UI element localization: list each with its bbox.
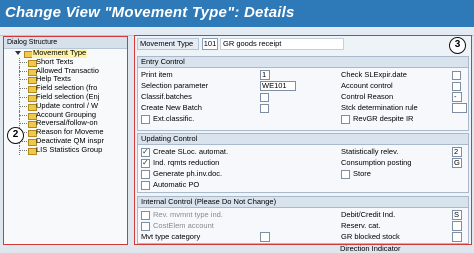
stck-determination-input[interactable] bbox=[452, 103, 467, 113]
ext-classific-checkbox[interactable] bbox=[141, 115, 150, 124]
mvt-type-category-label: Mvt type category bbox=[141, 232, 201, 241]
movement-type-label: Movement Type bbox=[137, 38, 199, 50]
consumption-posting-input[interactable]: G bbox=[452, 158, 462, 168]
classif-batches-label: Classif.batches bbox=[141, 92, 192, 101]
create-sloc-label: Create SLoc. automat. bbox=[153, 147, 229, 156]
automatic-po-label: Automatic PO bbox=[153, 180, 200, 189]
check-slexpr-checkbox[interactable] bbox=[452, 71, 461, 80]
updating-control-group: Updating Control Create SLoc. automat. I… bbox=[137, 133, 469, 193]
account-control-label: Account control bbox=[341, 81, 393, 90]
store-checkbox[interactable] bbox=[341, 170, 350, 179]
movement-type-value[interactable]: 101 bbox=[202, 38, 218, 50]
tree-item-label: LIS Statistics Group bbox=[36, 144, 103, 154]
callout-badge-3: 3 bbox=[449, 37, 466, 54]
statistically-relev-label: Statistically relev. bbox=[341, 147, 399, 156]
reserv-cat-label: Reserv. cat. bbox=[341, 221, 381, 230]
group-title: Updating Control bbox=[138, 134, 468, 145]
print-item-input[interactable]: 1 bbox=[260, 70, 270, 80]
tree-item[interactable]: LIS Statistics Group bbox=[4, 144, 127, 155]
print-item-label: Print item bbox=[141, 70, 173, 79]
account-control-checkbox[interactable] bbox=[452, 82, 461, 91]
classif-batches-checkbox[interactable] bbox=[260, 93, 269, 102]
ind-rqmts-checkbox[interactable] bbox=[141, 158, 150, 168]
rev-mvmnt-type-checkbox[interactable] bbox=[141, 211, 150, 220]
group-title: Entry Control bbox=[138, 57, 468, 68]
control-reason-input[interactable]: - bbox=[452, 92, 462, 102]
generate-phinv-checkbox[interactable] bbox=[141, 170, 150, 179]
debit-credit-label: Debit/Credit Ind. bbox=[341, 210, 396, 219]
direction-indicator-label: Direction Indicator bbox=[340, 244, 401, 253]
ind-rqmts-label: Ind. rqmts reduction bbox=[153, 158, 220, 167]
control-reason-label: Control Reason bbox=[341, 92, 394, 101]
mvt-type-category-input[interactable] bbox=[260, 232, 270, 242]
generate-phinv-label: Generate ph.inv.doc. bbox=[153, 169, 223, 178]
details-panel: Movement Type 101 GR goods receipt Entry… bbox=[134, 35, 472, 253]
entry-control-group: Entry Control Print item 1 Selection par… bbox=[137, 56, 469, 131]
check-slexpr-label: Check SLExpir.date bbox=[341, 70, 407, 79]
window-title: Change View "Movement Type": Details bbox=[5, 4, 295, 21]
stck-determination-label: Stck determination rule bbox=[341, 103, 418, 112]
title-bar: Change View "Movement Type": Details bbox=[0, 0, 474, 27]
group-title: Internal Control (Please Do Not Change) bbox=[138, 197, 468, 208]
create-sloc-checkbox[interactable] bbox=[141, 147, 150, 157]
automatic-po-checkbox[interactable] bbox=[141, 181, 150, 190]
debit-credit-input[interactable]: S bbox=[452, 210, 462, 220]
selection-parameter-label: Selection parameter bbox=[141, 81, 209, 90]
store-label: Store bbox=[353, 169, 371, 178]
create-new-batch-label: Create New Batch bbox=[141, 103, 202, 112]
costelem-account-label: CostElem account bbox=[153, 221, 214, 230]
revgr-despite-ir-label: RevGR despite IR bbox=[353, 114, 414, 123]
reserv-cat-input[interactable] bbox=[452, 221, 462, 231]
selection-parameter-input[interactable]: WE101 bbox=[260, 81, 296, 91]
movement-type-desc: GR goods receipt bbox=[220, 38, 344, 50]
callout-badge-2: 2 bbox=[7, 127, 24, 144]
expand-arrow-icon[interactable] bbox=[15, 51, 21, 55]
internal-control-group: Internal Control (Please Do Not Change) … bbox=[137, 196, 469, 244]
statistically-relev-input[interactable]: 2 bbox=[452, 147, 462, 157]
create-new-batch-checkbox[interactable] bbox=[260, 104, 269, 113]
consumption-posting-label: Consumption posting bbox=[341, 158, 412, 167]
rev-mvmnt-type-label: Rev. mvmnt type ind. bbox=[153, 210, 223, 219]
gr-blocked-stock-label: GR blocked stock bbox=[341, 232, 400, 241]
revgr-despite-ir-checkbox[interactable] bbox=[341, 115, 350, 124]
costelem-account-checkbox[interactable] bbox=[141, 222, 150, 231]
ext-classific-label: Ext.classific. bbox=[153, 114, 195, 123]
gr-blocked-stock-input[interactable] bbox=[452, 232, 462, 242]
